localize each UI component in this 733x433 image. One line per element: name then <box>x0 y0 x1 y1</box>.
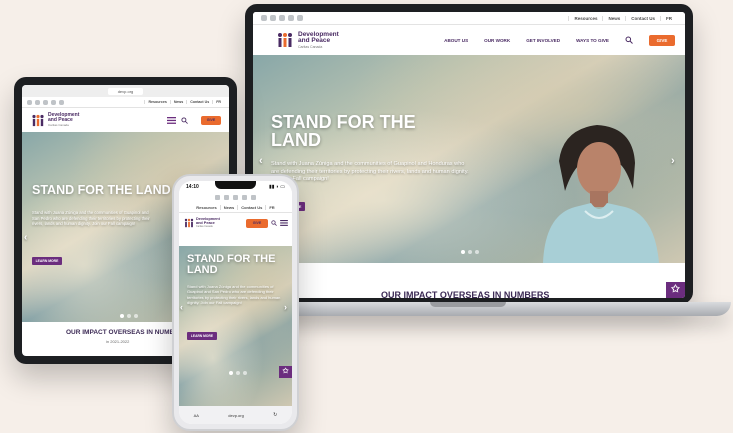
reload-icon[interactable]: ↻ <box>273 412 277 418</box>
twitter-icon[interactable] <box>224 195 229 200</box>
tablet-topbar: Resources News Contact Us FR <box>22 97 229 108</box>
laptop-hero: STAND FOR THE LAND Stand with Juana Zúni… <box>253 55 685 263</box>
hamburger-menu-icon[interactable] <box>280 220 288 226</box>
util-link-resources[interactable]: Resources <box>568 15 602 21</box>
carousel-prev-arrow[interactable]: ‹ <box>24 232 27 243</box>
impact-heading: OUR IMPACT OVERSEAS IN NUMBERS <box>381 290 550 298</box>
util-link-resources[interactable]: Resources <box>144 100 169 104</box>
give-button[interactable]: GIVE <box>649 34 675 46</box>
nav-get-involved[interactable]: GET INVOLVED <box>526 38 560 43</box>
hero-body: Stand with Juana Zúniga and the communit… <box>32 210 150 227</box>
star-badge-icon[interactable]: ✩ <box>279 366 292 378</box>
signal-battery-icon: ▮▮ ◗ ▭ <box>268 183 285 190</box>
util-link-contact[interactable]: Contact Us <box>237 205 265 210</box>
social-icons <box>261 15 303 21</box>
util-link-contact[interactable]: Contact Us <box>186 100 212 104</box>
hero-portrait <box>543 125 659 263</box>
search-icon[interactable] <box>625 36 633 44</box>
give-button[interactable]: GIVE <box>246 218 268 228</box>
carousel-prev-arrow[interactable]: ‹ <box>259 155 263 167</box>
util-link-fr[interactable]: FR <box>212 100 224 104</box>
nav-about-us[interactable]: ABOUT US <box>444 38 468 43</box>
instagram-icon[interactable] <box>279 15 285 21</box>
youtube-icon[interactable] <box>288 15 294 21</box>
facebook-icon[interactable] <box>261 15 267 21</box>
phone-util-links: Resources News Contact Us FR <box>179 203 292 213</box>
text-size-button[interactable]: AA <box>194 413 199 418</box>
facebook-icon[interactable] <box>27 99 32 105</box>
util-link-fr[interactable]: FR <box>660 15 677 21</box>
impact-heading: OUR IMPACT OVERSEAS IN NUMBERS <box>66 329 188 336</box>
phone-url[interactable]: devp.org <box>228 413 244 418</box>
phone-device: 14:10 ▮▮ ◗ ▭ Resources News Contact Us F… <box>172 174 299 431</box>
logo-sub: Caritas Canada <box>48 123 69 127</box>
carousel-dots[interactable] <box>229 371 247 375</box>
logo-icon <box>32 114 44 126</box>
tablet-address-bar[interactable]: devp.org <box>22 85 229 97</box>
learn-more-button[interactable]: LEARN MORE <box>32 257 62 265</box>
star-badge-icon[interactable]: ✩ <box>666 282 685 298</box>
phone-social-icons <box>179 192 292 203</box>
youtube-icon[interactable] <box>242 195 247 200</box>
nav-ways-to-give[interactable]: WAYS TO GIVE <box>576 38 609 43</box>
linkedin-icon[interactable] <box>59 99 64 105</box>
search-icon[interactable] <box>271 220 277 226</box>
tablet-navbar: Development and Peace Caritas Canada GIV… <box>22 108 229 132</box>
hero-body: Stand with Juana Zúniga and the communit… <box>187 284 281 306</box>
phone-browser-bar[interactable]: AA devp.org ↻ <box>179 406 292 424</box>
laptop-navbar: Development and Peace Caritas Canada ABO… <box>253 25 685 55</box>
hero-title: STAND FOR THE LAND <box>187 253 276 277</box>
carousel-dots[interactable] <box>120 314 138 318</box>
util-link-news[interactable]: News <box>219 205 237 210</box>
facebook-icon[interactable] <box>215 195 220 200</box>
carousel-next-arrow[interactable]: › <box>284 302 287 312</box>
logo-icon <box>184 218 194 228</box>
laptop-topbar: Resources News Contact Us FR <box>253 12 685 25</box>
logo-sub: Caritas Canada <box>196 225 213 229</box>
twitter-icon[interactable] <box>35 99 40 105</box>
util-link-resources[interactable]: Resources <box>193 205 219 210</box>
hero-title: STAND FOR THE LAND <box>271 112 416 151</box>
phone-notch <box>215 181 256 189</box>
logo[interactable]: Development and Peace Caritas Canada <box>183 217 220 229</box>
phone-navbar: Development and Peace Caritas Canada GIV… <box>179 213 292 233</box>
phone-clock: 14:10 <box>186 183 199 190</box>
learn-more-button[interactable]: LEARN MORE <box>187 332 217 340</box>
util-link-news[interactable]: News <box>602 15 625 21</box>
laptop-screen: Resources News Contact Us FR Development… <box>253 12 685 298</box>
carousel-prev-arrow[interactable]: ‹ <box>180 302 183 312</box>
impact-subheading: in 2021-2022 <box>106 339 130 344</box>
search-icon[interactable] <box>181 116 188 124</box>
instagram-icon[interactable] <box>43 99 48 105</box>
logo[interactable]: Development and Peace Caritas Canada <box>275 31 339 49</box>
carousel-next-arrow[interactable]: › <box>671 155 675 167</box>
util-link-news[interactable]: News <box>169 100 186 104</box>
phone-hero: STAND FOR THE LAND Stand with Juana Zúni… <box>179 246 292 406</box>
linkedin-icon[interactable] <box>251 195 256 200</box>
tablet-url: devp.org <box>107 87 144 95</box>
util-link-contact[interactable]: Contact Us <box>625 15 660 21</box>
util-link-fr[interactable]: FR <box>265 205 277 210</box>
youtube-icon[interactable] <box>51 99 56 105</box>
linkedin-icon[interactable] <box>297 15 303 21</box>
logo[interactable]: Development and Peace Caritas Canada <box>30 113 79 127</box>
twitter-icon[interactable] <box>270 15 276 21</box>
laptop-notch <box>430 302 506 307</box>
nav-our-work[interactable]: OUR WORK <box>484 38 510 43</box>
give-button[interactable]: GIVE <box>201 115 221 125</box>
hamburger-menu-icon[interactable] <box>167 116 176 124</box>
instagram-icon[interactable] <box>233 195 238 200</box>
laptop-device: Resources News Contact Us FR Development… <box>245 4 693 304</box>
phone-screen: 14:10 ▮▮ ◗ ▭ Resources News Contact Us F… <box>179 181 292 424</box>
logo-sub: Caritas Canada <box>298 44 323 49</box>
logo-icon <box>278 33 292 47</box>
hero-body: Stand with Juana Zúniga and the communit… <box>271 161 469 183</box>
carousel-dots[interactable] <box>461 250 479 254</box>
